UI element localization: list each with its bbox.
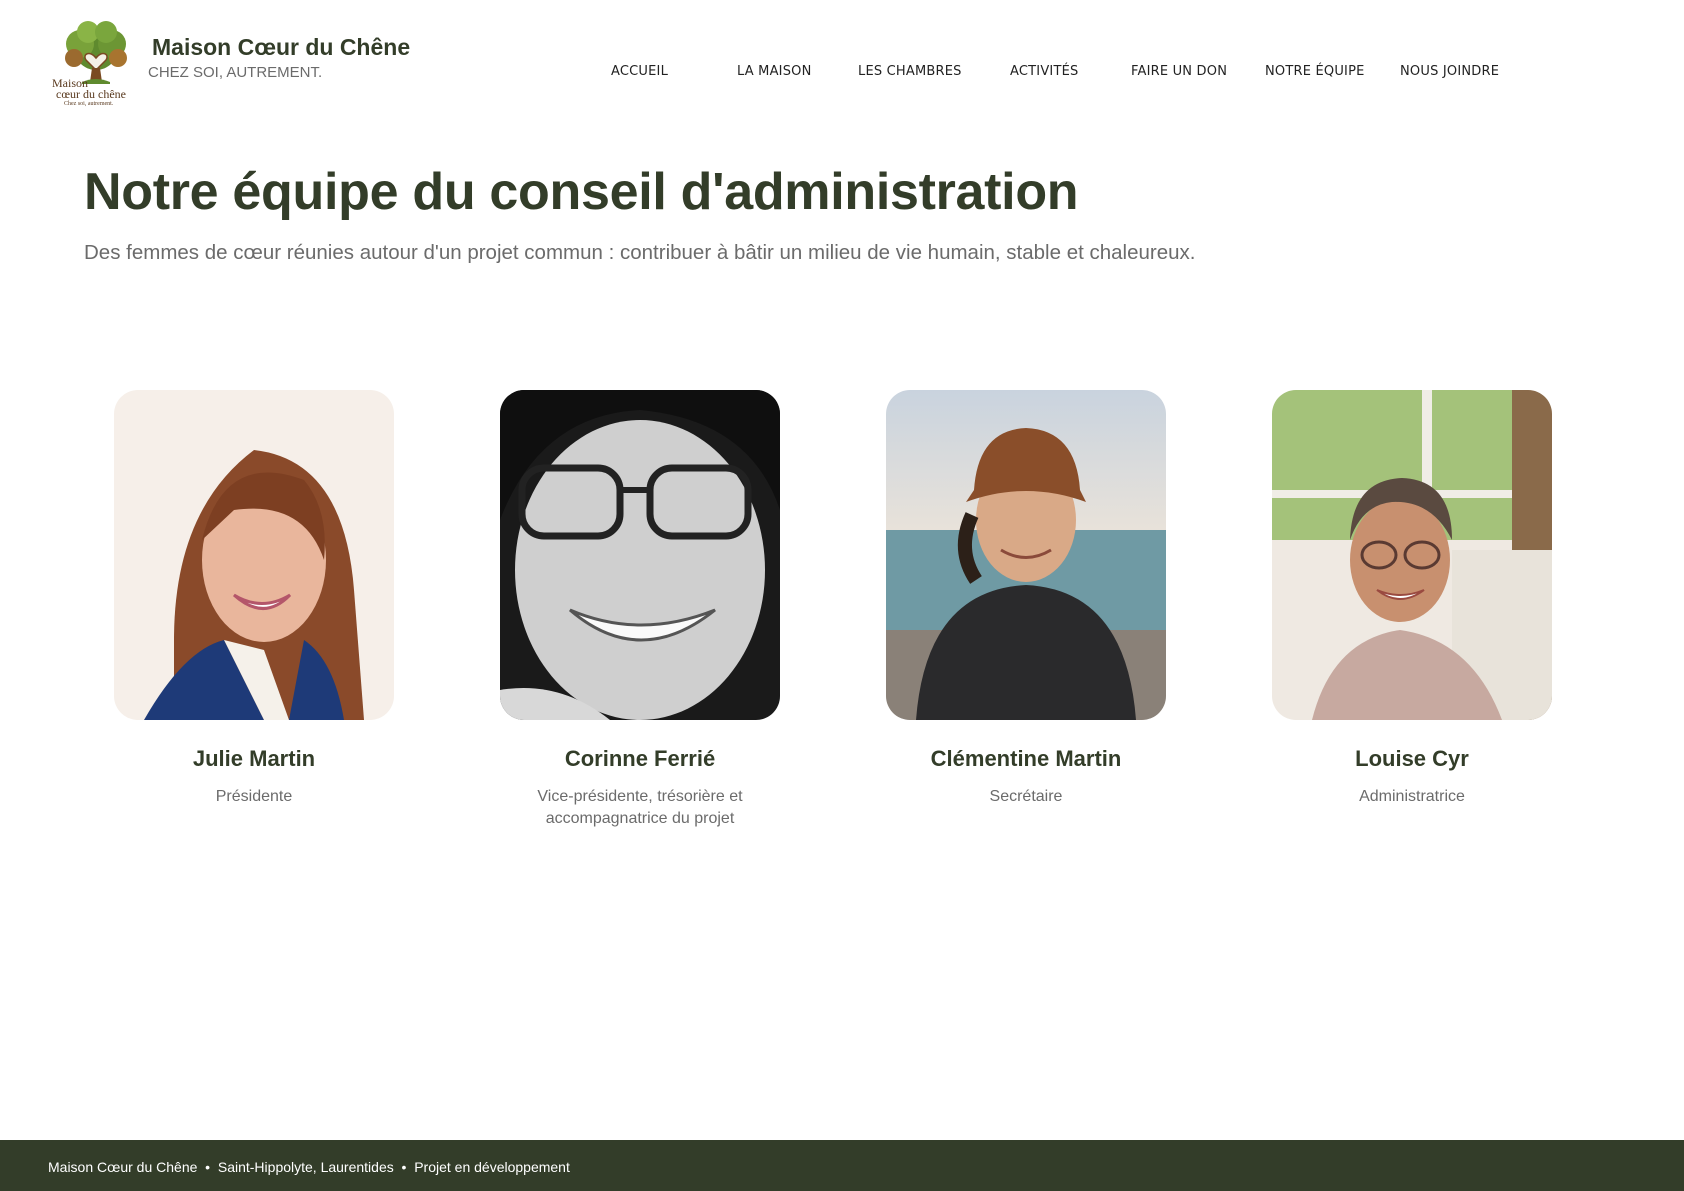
portrait-photo-corinne — [500, 390, 780, 720]
nav-item-activites[interactable]: ACTIVITÉS — [1010, 64, 1078, 79]
main-nav: ACCUEIL LA MAISON LES CHAMBRES ACTIVITÉS… — [0, 64, 1684, 84]
page-subtitle: Des femmes de cœur réunies autour d'un p… — [84, 241, 1196, 264]
member-role: Administratrice — [1359, 788, 1465, 805]
member-role: Vice-présidente, trésorière et accompagn… — [537, 788, 743, 827]
team-member-card: Louise Cyr Administratrice — [1272, 390, 1552, 808]
team-member-card: Julie Martin Présidente — [114, 390, 394, 808]
portrait-photo-louise — [1272, 390, 1552, 720]
site-footer: Maison Cœur du Chêne • Saint-Hippolyte, … — [0, 1140, 1684, 1191]
nav-item-notre-equipe[interactable]: NOTRE ÉQUIPE — [1265, 64, 1365, 79]
member-role: Présidente — [215, 788, 293, 805]
nav-item-nous-joindre[interactable]: NOUS JOINDRE — [1400, 64, 1499, 79]
footer-text: Maison Cœur du Chêne • Saint-Hippolyte, … — [48, 1159, 570, 1175]
member-name: Julie Martin — [192, 746, 316, 771]
member-name: Clémentine Martin — [930, 746, 1122, 771]
page-title: Notre équipe du conseil d'administration — [84, 163, 1079, 221]
brand-name[interactable]: Maison Cœur du Chêne — [152, 34, 410, 61]
site-header: Maison cœur du chêne Chez soi, autrement… — [0, 0, 1684, 130]
member-role: Secrétaire — [989, 788, 1063, 805]
logo-line-3: Chez soi, autrement. — [64, 101, 114, 107]
portrait-photo-clementine — [886, 390, 1166, 720]
page: Maison cœur du chêne Chez soi, autrement… — [0, 0, 1684, 1191]
team-member-card: Clémentine Martin Secrétaire — [886, 390, 1166, 808]
nav-item-les-chambres[interactable]: LES CHAMBRES — [858, 64, 962, 79]
nav-item-la-maison[interactable]: LA MAISON — [737, 64, 812, 79]
nav-item-accueil[interactable]: ACCUEIL — [611, 64, 668, 79]
member-name: Corinne Ferrié — [564, 746, 716, 771]
nav-item-faire-un-don[interactable]: FAIRE UN DON — [1131, 64, 1227, 79]
member-name: Louise Cyr — [1355, 746, 1469, 771]
team-member-card: Corinne Ferrié Vice-présidente, trésoriè… — [500, 390, 780, 830]
portrait-photo-julie — [114, 390, 394, 720]
logo-line-2: cœur du chêne — [56, 87, 126, 101]
